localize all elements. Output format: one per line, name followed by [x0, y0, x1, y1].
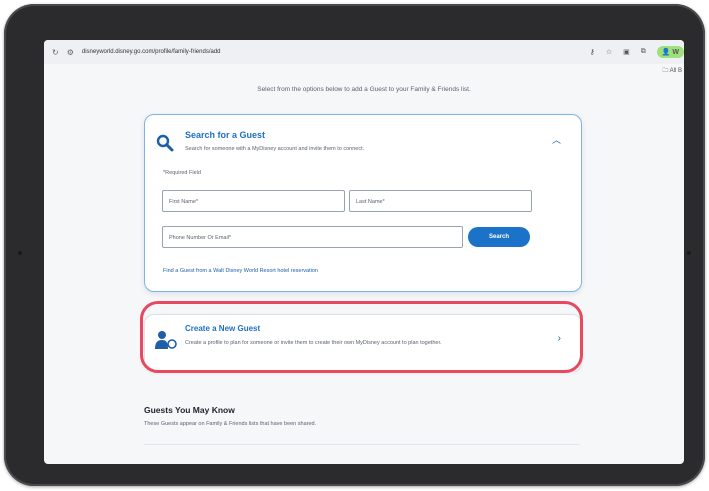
- guests-you-may-know-subtitle: These Guests appear on Family & Friends …: [144, 421, 317, 427]
- star-icon[interactable]: ☆: [606, 48, 612, 56]
- site-info-icon[interactable]: ⚙: [67, 48, 74, 57]
- first-name-input[interactable]: First Name*: [162, 190, 345, 212]
- find-guest-hotel-link[interactable]: Find a Guest from a Walt Disney World Re…: [163, 268, 318, 274]
- sensor-dot: [687, 251, 691, 255]
- phone-or-email-input[interactable]: Phone Number Or Email*: [162, 226, 463, 248]
- collapse-chevron-up-icon[interactable]: ︿: [552, 133, 561, 146]
- search-guest-title: Search for a Guest: [185, 130, 266, 140]
- reload-icon[interactable]: ↻: [52, 48, 59, 57]
- screen: ↻ ⚙ disneyworld.disney.go.com/profile/fa…: [44, 40, 684, 464]
- last-name-input[interactable]: Last Name*: [349, 190, 532, 212]
- sidebar-icon[interactable]: ▣: [623, 48, 630, 56]
- camera-dot: [18, 251, 22, 255]
- search-guest-card: Search for a Guest Search for someone wi…: [144, 114, 582, 292]
- profile-avatar[interactable]: 👤 W: [656, 46, 684, 58]
- tablet-frame: ↻ ⚙ disneyworld.disney.go.com/profile/fa…: [4, 4, 705, 486]
- key-icon[interactable]: ⚷: [590, 48, 595, 56]
- url-text[interactable]: disneyworld.disney.go.com/profile/family…: [82, 49, 221, 55]
- browser-address-bar: ↻ ⚙ disneyworld.disney.go.com/profile/fa…: [44, 40, 684, 64]
- extensions-icon[interactable]: ⧉: [641, 48, 646, 56]
- all-bookmarks-button[interactable]: 🗀 All B: [662, 66, 682, 76]
- highlight-annotation: [140, 301, 583, 373]
- browser-toolbar-right: ⚷ ☆ ▣ ⧉ 👤 W: [590, 40, 684, 64]
- divider: [144, 444, 580, 445]
- page-intro: Select from the options below to add a G…: [257, 86, 471, 93]
- search-icon: [156, 134, 174, 152]
- guests-you-may-know-title: Guests You May Know: [144, 405, 235, 415]
- search-button[interactable]: Search: [468, 227, 530, 247]
- required-field-note: *Required Field: [163, 170, 201, 176]
- bookmarks-bar: 🗀 All B: [44, 64, 684, 78]
- search-guest-subtitle: Search for someone with a MyDisney accou…: [185, 146, 365, 152]
